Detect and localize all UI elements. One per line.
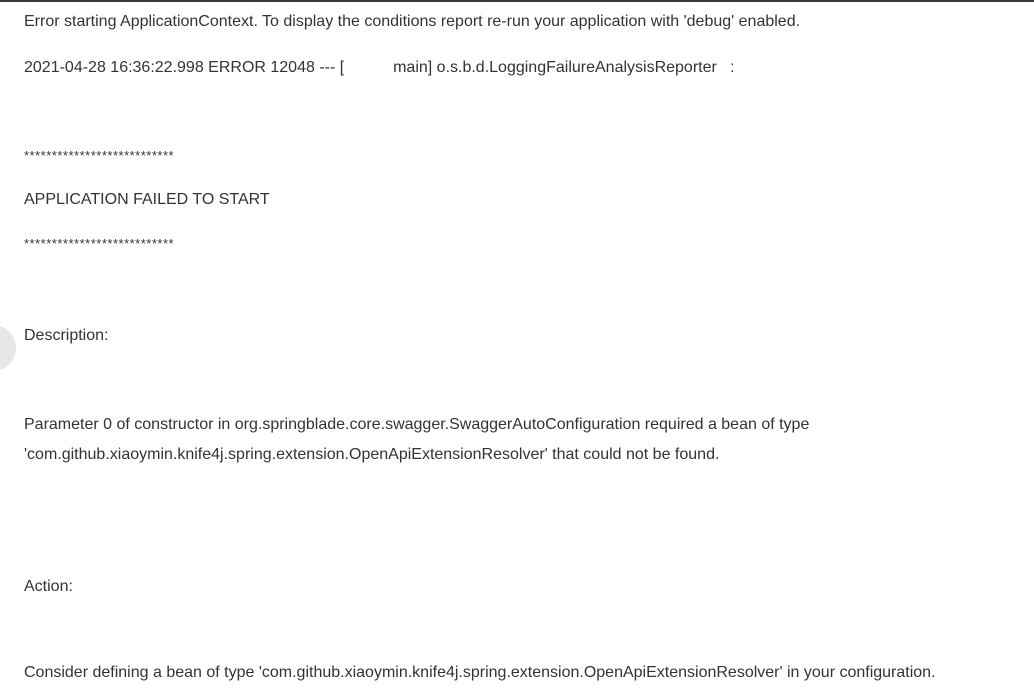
error-timestamp-line: 2021-04-28 16:36:22.998 ERROR 12048 --- …: [24, 59, 735, 76]
description-label: Description:: [24, 327, 109, 344]
description-text-line-1: Parameter 0 of constructor in org.spring…: [24, 416, 810, 433]
top-border: [0, 0, 1034, 2]
action-text: Consider defining a bean of type 'com.gi…: [24, 664, 936, 681]
stars-separator-top: ***************************: [24, 148, 175, 163]
error-context-line: Error starting ApplicationContext. To di…: [24, 13, 801, 30]
side-scroll-handle[interactable]: [0, 325, 16, 371]
failed-heading: APPLICATION FAILED TO START: [24, 191, 270, 208]
description-text-line-2: 'com.github.xiaoymin.knife4j.spring.exte…: [24, 446, 720, 463]
stars-separator-bottom: ***************************: [24, 236, 175, 251]
action-label: Action:: [24, 578, 73, 595]
